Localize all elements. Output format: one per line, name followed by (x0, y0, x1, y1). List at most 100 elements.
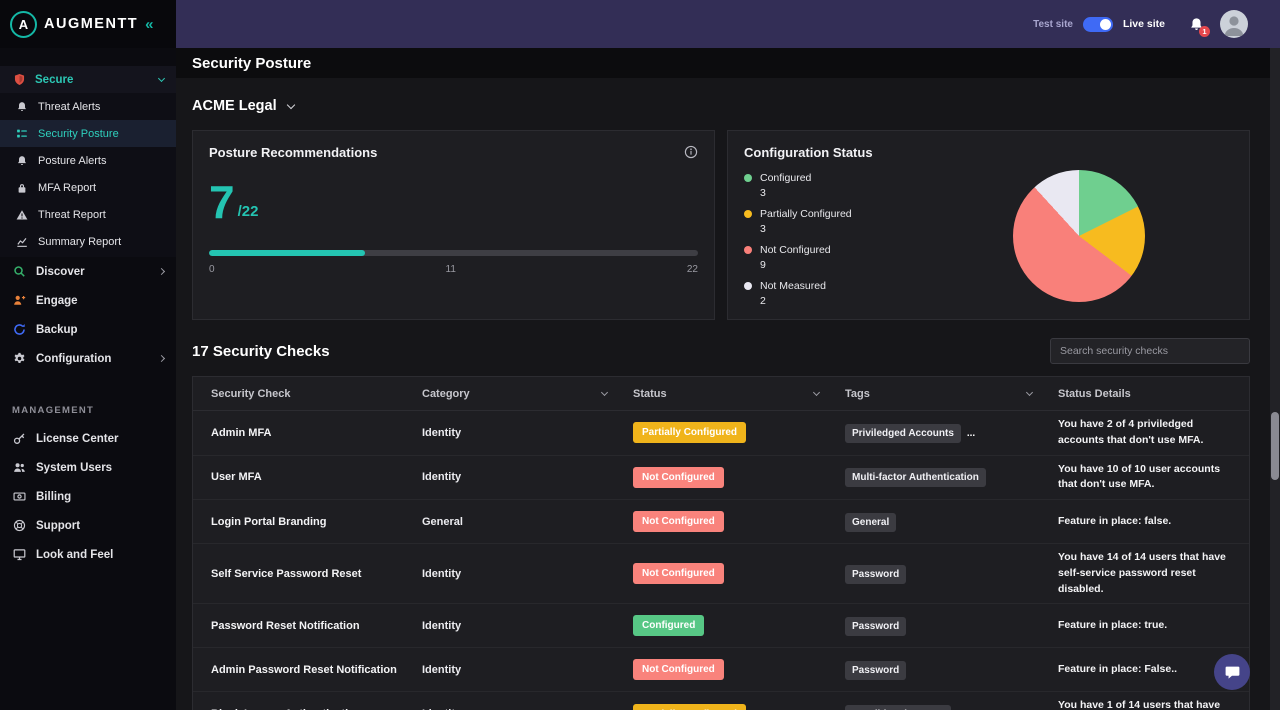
table-body: Admin MFA Identity Partially Configured … (193, 411, 1249, 710)
sidebar-item-threat-alerts[interactable]: Threat Alerts (0, 93, 176, 120)
legend-value: 3 (760, 187, 811, 199)
users-icon (12, 460, 27, 475)
shield-icon (12, 72, 27, 87)
sidebar-item-threat-report[interactable]: Threat Report (0, 201, 176, 228)
summary-cards: Posture Recommendations 7 /22 0 (192, 130, 1250, 320)
sidebar-item-label: MFA Report (38, 182, 96, 194)
main-content: ACME Legal Posture Recommendations 7 /22 (176, 78, 1280, 710)
site-toggle[interactable] (1083, 17, 1113, 32)
table-row[interactable]: Block Legacy Authentication Identity Par… (193, 692, 1249, 710)
chat-button[interactable] (1214, 654, 1250, 690)
toggle-knob (1100, 19, 1111, 30)
logo-text: AUGMENTT (44, 16, 138, 32)
table-row[interactable]: Admin Password Reset Notification Identi… (193, 648, 1249, 692)
search-input[interactable] (1050, 338, 1250, 364)
column-header-tags[interactable]: Tags (845, 377, 1058, 410)
status-badge: Not Configured (633, 467, 724, 488)
table-row[interactable]: Password Reset Notification Identity Con… (193, 604, 1249, 648)
column-header-status[interactable]: Status (633, 377, 845, 410)
sort-chevron-icon (601, 389, 608, 396)
sidebar-item-mfa-report[interactable]: MFA Report (0, 174, 176, 201)
table-row[interactable]: Admin MFA Identity Partially Configured … (193, 411, 1249, 456)
column-label: Tags (845, 388, 870, 400)
sidebar: A AUGMENTT « Secure Threat Alerts Securi… (0, 0, 176, 710)
sort-chevron-icon (1026, 389, 1033, 396)
org-selector[interactable]: ACME Legal (192, 98, 294, 114)
notifications-button[interactable]: 1 (1189, 17, 1204, 32)
sidebar-item-configuration[interactable]: Configuration (0, 344, 176, 373)
table-row[interactable]: Login Portal Branding General Not Config… (193, 500, 1249, 544)
table-row[interactable]: User MFA Identity Not Configured Multi-f… (193, 456, 1249, 501)
status-badge: Not Configured (633, 563, 724, 584)
tag-pill: Conditional Access (845, 705, 951, 710)
sidebar-item-backup[interactable]: Backup (0, 315, 176, 344)
info-icon[interactable] (684, 145, 698, 164)
sidebar-item-label: License Center (36, 433, 118, 445)
support-icon (12, 518, 27, 533)
sidebar-item-license-center[interactable]: License Center (0, 424, 176, 453)
check-category: Identity (422, 471, 633, 483)
status-details: You have 10 of 10 user accounts that don… (1058, 456, 1249, 500)
legend-item: Partially Configured 3 (744, 208, 852, 235)
status-details: Feature in place: true. (1058, 612, 1249, 640)
posture-score: 7 /22 (209, 182, 698, 223)
app-root: A AUGMENTT « Secure Threat Alerts Securi… (0, 0, 1280, 710)
score-value: 7 (209, 182, 235, 223)
avatar[interactable] (1220, 10, 1248, 38)
checks-header: 17 Security Checks (192, 338, 1250, 364)
sidebar-item-label: Engage (36, 295, 78, 307)
sidebar-item-label: Threat Alerts (38, 101, 100, 113)
status-details: Feature in place: false. (1058, 508, 1249, 536)
status-details: You have 14 of 14 users that have self-s… (1058, 544, 1249, 603)
logo-letter: A (19, 17, 28, 32)
sidebar-item-system-users[interactable]: System Users (0, 453, 176, 482)
sidebar-item-label: Support (36, 520, 80, 532)
test-site-label: Test site (1033, 19, 1073, 30)
column-header-category[interactable]: Category (422, 377, 633, 410)
sidebar-item-security-posture[interactable]: Security Posture (0, 120, 176, 147)
secure-label: Secure (35, 74, 73, 86)
table-row[interactable]: Self Service Password Reset Identity Not… (193, 544, 1249, 604)
sidebar-item-label: Summary Report (38, 236, 121, 248)
check-category: Identity (422, 427, 633, 439)
check-category: Identity (422, 664, 633, 676)
status-details: You have 2 of 4 priviledged accounts tha… (1058, 411, 1249, 455)
management-section-label: MANAGEMENT (0, 405, 176, 416)
scale-mid: 11 (446, 264, 456, 275)
lock-icon (14, 180, 29, 195)
check-name: Admin MFA (211, 427, 422, 439)
column-label: Status (633, 388, 667, 400)
chart-icon (14, 234, 29, 249)
sidebar-item-posture-alerts[interactable]: Posture Alerts (0, 147, 176, 174)
check-name: User MFA (211, 471, 422, 483)
sidebar-item-discover[interactable]: Discover (0, 257, 176, 286)
progress-fill (209, 250, 365, 256)
secure-subnav: Threat Alerts Security Posture Posture A… (0, 93, 176, 255)
gear-icon (12, 351, 27, 366)
tag-pill: Password (845, 661, 906, 680)
scrollbar-thumb[interactable] (1271, 412, 1279, 480)
check-name: Login Portal Branding (211, 516, 422, 528)
discover-icon (12, 264, 27, 279)
status-details: You have 1 of 14 users that have legacy (1058, 692, 1249, 710)
sidebar-item-summary-report[interactable]: Summary Report (0, 228, 176, 255)
legend-label: Partially Configured (760, 208, 852, 220)
sidebar-item-label: System Users (36, 462, 112, 474)
checks-table: Security Check Category Status Tags Stat… (192, 376, 1250, 710)
page-title: Security Posture (192, 55, 311, 72)
bell-icon (14, 153, 29, 168)
chevron-right-icon (158, 268, 165, 275)
scrollbar[interactable] (1270, 48, 1280, 710)
check-category: Identity (422, 568, 633, 580)
tag-pill: Password (845, 617, 906, 636)
sidebar-item-look-and-feel[interactable]: Look and Feel (0, 540, 176, 569)
sidebar-item-engage[interactable]: Engage (0, 286, 176, 315)
legend-item: Configured 3 (744, 172, 852, 199)
chevron-down-icon (158, 75, 165, 82)
sidebar-collapse-icon[interactable]: « (145, 16, 153, 33)
sidebar-item-secure[interactable]: Secure (0, 66, 176, 93)
sidebar-item-billing[interactable]: Billing (0, 482, 176, 511)
sidebar-management-nav: License Center System Users Billing Supp… (0, 424, 176, 569)
score-total: /22 (238, 203, 259, 220)
sidebar-item-support[interactable]: Support (0, 511, 176, 540)
